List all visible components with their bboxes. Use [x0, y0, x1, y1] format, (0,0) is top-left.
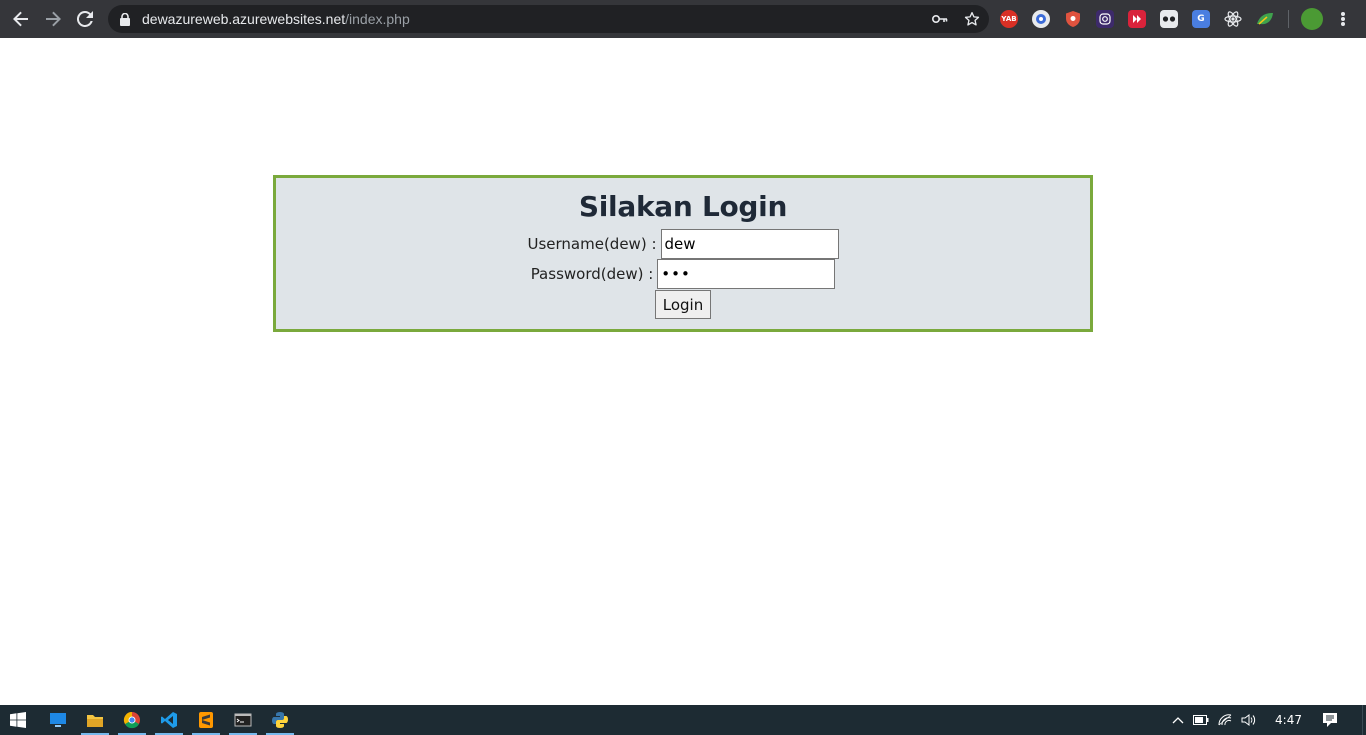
chevron-up-icon[interactable]	[1172, 705, 1184, 735]
circle-extension-icon[interactable]	[1032, 10, 1050, 28]
login-title: Silakan Login	[578, 190, 788, 223]
show-desktop-button[interactable]	[1362, 705, 1366, 735]
react-extension-icon[interactable]	[1224, 10, 1242, 28]
profile-avatar-icon[interactable]	[1301, 8, 1323, 30]
translate-extension-icon[interactable]: G	[1192, 10, 1210, 28]
login-button[interactable]: Login	[654, 290, 712, 319]
username-input[interactable]: dew	[660, 229, 839, 259]
shield-extension-icon[interactable]	[1064, 10, 1082, 28]
password-label: Password(dew) :	[530, 265, 654, 283]
python-icon[interactable]	[265, 705, 295, 735]
lock-icon[interactable]	[120, 12, 132, 26]
desktop-icon[interactable]	[43, 705, 73, 735]
username-row: Username(dew) : dew	[276, 229, 1090, 259]
menu-dots-icon[interactable]	[1335, 10, 1351, 28]
instagram-extension-icon[interactable]	[1096, 10, 1114, 28]
forward-button[interactable]	[37, 3, 69, 35]
windows-logo-icon	[10, 712, 26, 728]
login-button-row: Login	[276, 290, 1090, 319]
volume-icon[interactable]	[1241, 705, 1257, 735]
address-bar[interactable]: dewazureweb.azurewebsites.net/index.php	[108, 5, 989, 33]
toolbar-separator	[1288, 10, 1289, 28]
url-text[interactable]: dewazureweb.azurewebsites.net/index.php	[142, 11, 410, 27]
star-bookmark-icon[interactable]	[963, 10, 981, 28]
start-button[interactable]	[0, 705, 36, 735]
terminal-icon[interactable]	[228, 705, 258, 735]
wifi-icon[interactable]	[1218, 705, 1232, 735]
vscode-icon[interactable]	[154, 705, 184, 735]
reload-button[interactable]	[69, 3, 101, 35]
url-path: /index.php	[345, 11, 410, 27]
play-extension-icon[interactable]	[1128, 10, 1146, 28]
file-explorer-icon[interactable]	[80, 705, 110, 735]
back-button[interactable]	[5, 3, 37, 35]
key-icon[interactable]	[931, 10, 949, 28]
extensions-area: YAB G	[1000, 7, 1351, 31]
notification-icon[interactable]	[1322, 705, 1338, 735]
yab-extension-icon[interactable]: YAB	[1000, 10, 1018, 28]
arrow-right-icon	[46, 11, 61, 27]
sublime-icon[interactable]	[191, 705, 221, 735]
password-input[interactable]: •••	[657, 259, 836, 289]
password-row: Password(dew) : •••	[276, 259, 1090, 289]
system-tray: 4:47	[1163, 705, 1366, 735]
chrome-icon[interactable]	[117, 705, 147, 735]
reader-extension-icon[interactable]	[1160, 10, 1178, 28]
login-form: Silakan Login Username(dew) : dew Passwo…	[273, 175, 1093, 332]
browser-toolbar: dewazureweb.azurewebsites.net/index.php …	[0, 0, 1366, 38]
arrow-left-icon	[13, 11, 28, 27]
battery-icon[interactable]	[1193, 705, 1209, 735]
leaf-extension-icon[interactable]	[1256, 10, 1274, 28]
clock-time[interactable]: 4:47	[1275, 713, 1302, 727]
windows-taskbar: 4:47	[0, 705, 1366, 735]
url-host: dewazureweb.azurewebsites.net	[142, 11, 346, 27]
username-label: Username(dew) :	[527, 235, 657, 253]
reload-icon	[77, 11, 93, 27]
